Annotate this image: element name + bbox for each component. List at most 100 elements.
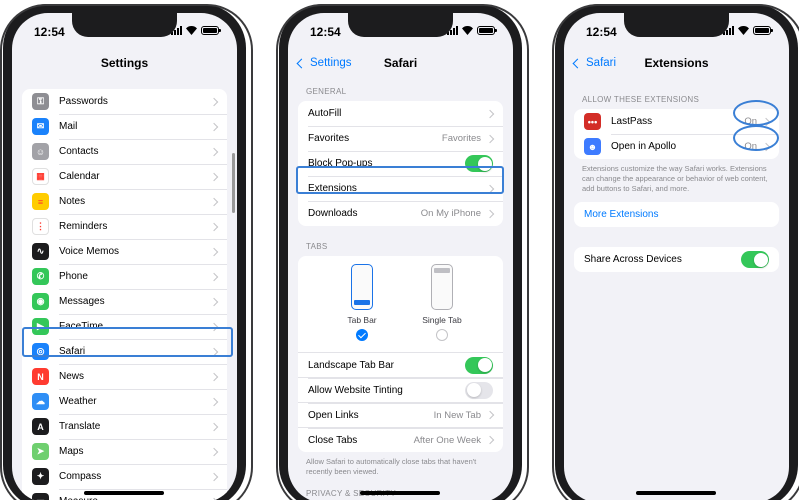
- tab-setting-close-tabs[interactable]: Close Tabs After One Week: [298, 427, 503, 452]
- row-label: Measure: [59, 496, 211, 500]
- apollo-on-highlight: [733, 125, 779, 151]
- share-group: Share Across Devices: [574, 247, 779, 273]
- row-label: News: [59, 371, 85, 382]
- status-time: 12:54: [310, 25, 341, 39]
- voice-memos-icon: ∿: [32, 243, 49, 260]
- row-label: Favorites: [308, 133, 350, 144]
- single-tab-label: Single Tab: [422, 315, 462, 325]
- screen: 12:54 Settings ⚿ Passwords ✉ Mail ☺ Contacts ▦…: [12, 13, 237, 500]
- section-header-tabs: TABS: [306, 242, 328, 251]
- lastpass-icon: •••: [584, 113, 601, 130]
- checkmark-icon[interactable]: [356, 329, 368, 341]
- settings-item-contacts[interactable]: ☺ Contacts: [22, 139, 227, 164]
- nav-bar: Safari Extensions: [564, 51, 789, 75]
- row-label: Landscape Tab Bar: [308, 359, 394, 371]
- settings-item-voice-memos[interactable]: ∿ Voice Memos: [22, 239, 227, 264]
- reminders-icon: ⋮: [32, 218, 49, 235]
- battery-icon: [477, 26, 497, 35]
- notch: [72, 13, 177, 37]
- back-button[interactable]: Settings: [296, 51, 352, 75]
- settings-list: ⚿ Passwords ✉ Mail ☺ Contacts ▦ Calendar ≡ Notes ⋮…: [22, 89, 227, 500]
- chevron-right-icon: [485, 209, 495, 218]
- chevron-right-icon: [209, 97, 219, 106]
- row-label: Maps: [59, 446, 84, 457]
- scrollbar[interactable]: [232, 153, 235, 213]
- weather-icon: ☁: [32, 393, 49, 410]
- lastpass-on-highlight: [733, 100, 779, 126]
- home-indicator[interactable]: [360, 491, 440, 495]
- row-label: Compass: [59, 471, 102, 482]
- settings-item-mail[interactable]: ✉ Mail: [22, 114, 227, 139]
- toggle-switch[interactable]: [465, 356, 493, 374]
- notch: [348, 13, 453, 37]
- tab-bar-option[interactable]: Tab Bar: [332, 264, 392, 341]
- share-toggle[interactable]: [741, 251, 769, 269]
- chevron-right-icon: [209, 472, 219, 481]
- toggle-switch[interactable]: [465, 381, 493, 399]
- tabs-group: Tab Bar Single Tab Landscape Tab Bar Allo…: [298, 256, 503, 452]
- tab-setting-allow-website-tinting: Allow Website Tinting: [298, 377, 503, 402]
- battery-icon: [201, 26, 221, 35]
- row-label: Weather: [59, 396, 97, 407]
- settings-item-compass[interactable]: ✦ Compass: [22, 464, 227, 489]
- chevron-right-icon: [209, 422, 219, 431]
- settings-item-translate[interactable]: A Translate: [22, 414, 227, 439]
- more-extensions-link[interactable]: More Extensions: [574, 202, 779, 227]
- nav-bar: Settings: [12, 51, 237, 75]
- row-label: AutoFill: [308, 108, 342, 119]
- chevron-right-icon: [209, 147, 219, 156]
- extensions-footer: Extensions customize the way Safari work…: [582, 164, 768, 193]
- screen: 12:54 Settings Safari GENERAL AutoFill Fa…: [288, 13, 513, 500]
- nav-bar: Settings Safari: [288, 51, 513, 75]
- tabs-footer: Allow Safari to automatically close tabs…: [306, 457, 477, 476]
- settings-item-calendar[interactable]: ▦ Calendar: [22, 164, 227, 189]
- single-tab-option[interactable]: Single Tab: [412, 264, 472, 341]
- settings-item-news[interactable]: N News: [22, 364, 227, 389]
- row-label: Mail: [59, 121, 78, 132]
- row-value: In New Tab: [433, 409, 481, 421]
- share-across-devices-row: Share Across Devices: [574, 247, 779, 272]
- safari-setting-downloads[interactable]: Downloads On My iPhone: [298, 201, 503, 226]
- safari-setting-favorites[interactable]: Favorites Favorites: [298, 126, 503, 151]
- row-label: Notes: [59, 196, 86, 207]
- tab-setting-landscape-tab-bar: Landscape Tab Bar: [298, 352, 503, 377]
- wifi-icon: [186, 26, 197, 35]
- radio-icon[interactable]: [436, 329, 448, 341]
- phone-safari: 12:54 Settings Safari GENERAL AutoFill Fa…: [276, 4, 529, 500]
- settings-item-messages[interactable]: ◉ Messages: [22, 289, 227, 314]
- row-label: Calendar: [59, 171, 100, 182]
- settings-item-maps[interactable]: ➤ Maps: [22, 439, 227, 464]
- contacts-icon: ☺: [32, 143, 49, 160]
- notch: [624, 13, 729, 37]
- chevron-left-icon: [296, 58, 307, 68]
- row-label: Downloads: [308, 208, 358, 219]
- safari-setting-autofill[interactable]: AutoFill: [298, 101, 503, 126]
- row-label: Close Tabs: [308, 434, 358, 446]
- chevron-left-icon: [572, 58, 583, 68]
- row-label: Open Links: [308, 409, 359, 421]
- home-indicator[interactable]: [84, 491, 164, 495]
- back-button[interactable]: Safari: [572, 51, 616, 75]
- row-label: Phone: [59, 271, 88, 282]
- home-indicator[interactable]: [636, 491, 716, 495]
- wifi-icon: [738, 26, 749, 35]
- settings-item-notes[interactable]: ≡ Notes: [22, 189, 227, 214]
- phone-settings: 12:54 Settings ⚿ Passwords ✉ Mail ☺ Contacts ▦…: [0, 4, 253, 500]
- settings-item-passwords[interactable]: ⚿ Passwords: [22, 89, 227, 114]
- messages-icon: ◉: [32, 293, 49, 310]
- row-label: Contacts: [59, 146, 99, 157]
- chevron-right-icon: [209, 372, 219, 381]
- settings-item-weather[interactable]: ☁ Weather: [22, 389, 227, 414]
- compass-icon: ✦: [32, 468, 49, 485]
- extensions-highlight: [296, 166, 504, 194]
- chevron-right-icon: [209, 272, 219, 281]
- chevron-right-icon: [485, 410, 495, 420]
- chevron-right-icon: [485, 109, 495, 118]
- chevron-right-icon: [209, 222, 219, 231]
- tab-setting-open-links[interactable]: Open Links In New Tab: [298, 402, 503, 427]
- settings-item-phone[interactable]: ✆ Phone: [22, 264, 227, 289]
- settings-item-reminders[interactable]: ⋮ Reminders: [22, 214, 227, 239]
- row-label: Reminders: [59, 221, 108, 232]
- chevron-right-icon: [485, 134, 495, 143]
- battery-icon: [753, 26, 773, 35]
